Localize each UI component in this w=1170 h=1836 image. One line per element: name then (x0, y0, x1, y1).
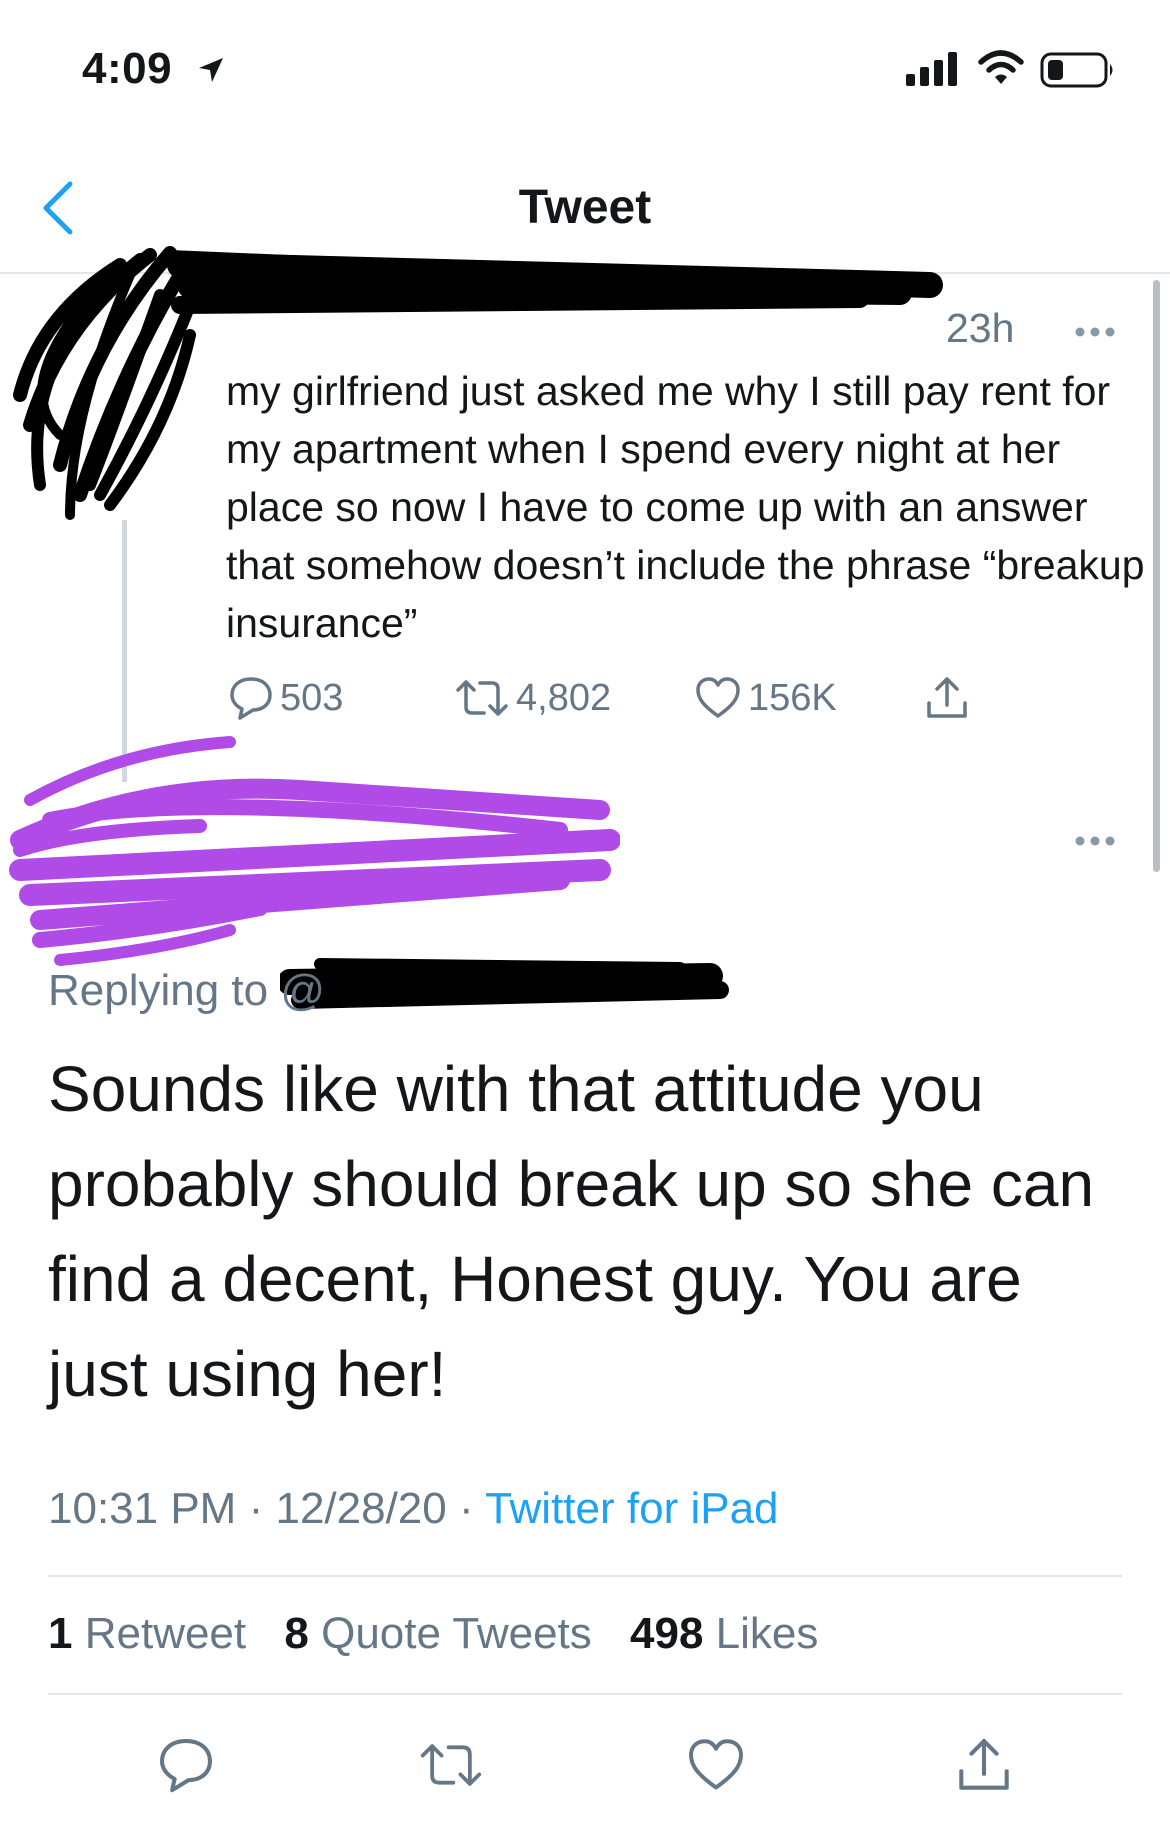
retweets-label: Retweet (84, 1609, 247, 1658)
meta-separator: · (248, 1484, 264, 1533)
tweet-stats: 1 Retweet 8 Quote Tweets 498 Likes (48, 1609, 844, 1659)
retweets-count: 1 (48, 1609, 73, 1658)
retweet-button[interactable] (411, 1725, 491, 1805)
page-title: Tweet (518, 181, 652, 234)
tweet-source-link[interactable]: Twitter for iPad (485, 1484, 778, 1533)
battery-icon (1040, 52, 1116, 93)
retweet-icon (420, 1744, 482, 1786)
redaction-scribble-purple (9, 736, 620, 966)
reply-icon (160, 1739, 212, 1793)
reply-text: Sounds like with that attitude you proba… (48, 1053, 1095, 1410)
status-time: 4:09 (82, 44, 173, 93)
tweet-date: 12/28/20 (275, 1484, 447, 1533)
quotes-label: Quote Tweets (321, 1609, 592, 1658)
likes-label: Likes (715, 1609, 819, 1658)
share-button[interactable] (944, 1725, 1024, 1805)
divider (48, 1575, 1122, 1577)
divider (48, 1693, 1122, 1695)
redaction-scribble-handle (280, 958, 729, 1009)
quote-tweets-stat[interactable]: 8 Quote Tweets (284, 1609, 591, 1658)
scrollbar[interactable] (1153, 280, 1160, 872)
like-button[interactable] (676, 1725, 756, 1805)
location-arrow-icon (196, 55, 226, 90)
more-options-icon[interactable] (1074, 325, 1116, 343)
wifi-icon (978, 50, 1024, 91)
more-options-icon[interactable] (1074, 834, 1116, 852)
meta-separator: · (458, 1484, 474, 1533)
tweet-meta: 10:31 PM · 12/28/20 · Twitter for iPad (48, 1484, 779, 1534)
quotes-count: 8 (284, 1609, 309, 1658)
retweets-stat[interactable]: 1 Retweet (48, 1609, 246, 1658)
replying-to: Replying to @ (48, 966, 326, 1015)
likes-stat[interactable]: 498 Likes (630, 1609, 818, 1658)
signal-icon (906, 52, 960, 91)
reply-button[interactable] (146, 1725, 226, 1805)
share-icon (959, 1739, 1009, 1790)
tweet-time: 10:31 PM (48, 1484, 237, 1533)
likes-count: 498 (630, 1609, 704, 1658)
heart-icon (689, 1739, 743, 1790)
